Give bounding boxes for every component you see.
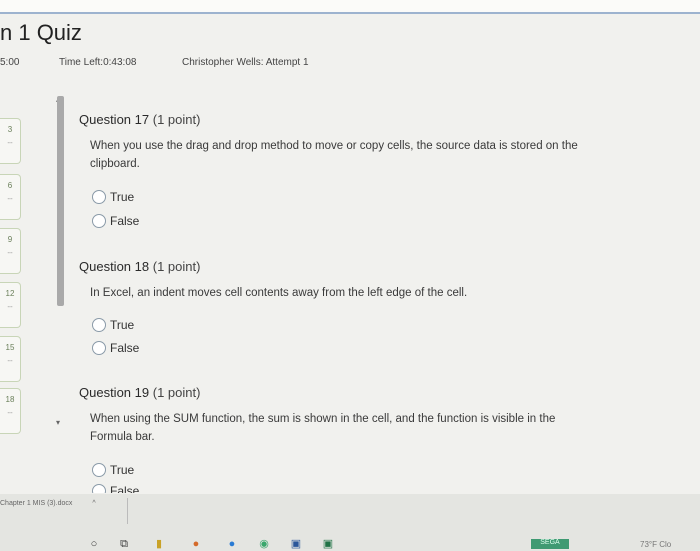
radio-button[interactable]: [92, 483, 106, 493]
option-label: True: [110, 317, 135, 332]
option-true[interactable]: True: [92, 462, 134, 477]
weather-widget[interactable]: 73°F Clo: [640, 540, 671, 549]
question-text: In Excel, an indent moves cell contents …: [90, 287, 468, 299]
download-item[interactable]: Chapter 1 MIS (3).docx ^: [0, 500, 96, 507]
option-false[interactable]: False: [92, 340, 139, 355]
question-nav-chip-3[interactable]: 3 --: [0, 118, 21, 164]
question-heading: Question 19 (1 point): [79, 385, 599, 400]
question-nav-chip-12[interactable]: 12 --: [0, 282, 21, 328]
question-points: (1 point): [152, 112, 201, 127]
question-19: Question 19 (1 point) When using the SUM…: [79, 385, 599, 446]
chip-status: --: [7, 356, 13, 365]
chip-status: --: [7, 408, 13, 417]
question-nav-chip-9[interactable]: 9 --: [0, 228, 21, 274]
chevron-up-icon[interactable]: ^: [92, 500, 95, 507]
question-18: Question 18 (1 point) In Excel, an inden…: [79, 259, 599, 302]
quiz-title: n 1 Quiz: [0, 20, 82, 45]
app-icon[interactable]: ●: [190, 538, 202, 550]
chip-status: --: [7, 302, 13, 311]
question-number: Question 17: [79, 112, 150, 127]
option-false[interactable]: False: [92, 213, 139, 228]
option-false[interactable]: False: [92, 483, 139, 493]
divider: [127, 498, 128, 524]
radio-button[interactable]: [92, 317, 106, 332]
taskbar: [0, 494, 700, 551]
option-label: False: [110, 213, 140, 228]
radio-button[interactable]: [92, 340, 106, 355]
question-text: When you use the drag and drop method to…: [90, 140, 578, 170]
option-label: False: [110, 483, 140, 493]
question-number: Question 19: [79, 385, 150, 400]
option-true[interactable]: True: [92, 317, 134, 332]
chip-number: 3: [7, 125, 13, 134]
browser-top-strip: [0, 0, 700, 14]
task-view-icon[interactable]: ⧉: [118, 538, 130, 550]
chip-number: 18: [5, 395, 15, 404]
excel-icon[interactable]: ▣: [322, 538, 334, 550]
question-nav-chip-18[interactable]: 18 --: [0, 388, 21, 434]
radio-button[interactable]: [92, 213, 106, 228]
download-file-name: Chapter 1 MIS (3).docx: [0, 500, 73, 507]
chip-status: --: [7, 138, 13, 147]
question-heading: Question 18 (1 point): [79, 259, 599, 274]
radio-button[interactable]: [92, 189, 106, 204]
option-label: True: [110, 462, 135, 477]
chrome-icon[interactable]: ◉: [258, 538, 270, 550]
option-label: True: [110, 189, 135, 204]
radio-button[interactable]: [92, 462, 106, 477]
chip-status: --: [7, 194, 13, 203]
question-nav-chip-15[interactable]: 15 --: [0, 336, 21, 382]
scrollbar-thumb[interactable]: [57, 96, 64, 306]
chip-number: 9: [7, 235, 13, 244]
tray-badge[interactable]: SEGA: [531, 539, 569, 549]
question-points: (1 point): [152, 259, 201, 274]
word-icon[interactable]: ▣: [290, 538, 302, 550]
chip-number: 6: [7, 181, 13, 190]
file-explorer-icon[interactable]: ▮: [153, 538, 165, 550]
search-icon[interactable]: ○: [88, 538, 100, 550]
question-heading: Question 17 (1 point): [79, 112, 599, 127]
attempt-label: Christopher Wells: Attempt 1: [182, 57, 309, 68]
timer-partial: 5:00: [0, 57, 20, 68]
question-17: Question 17 (1 point) When you use the d…: [79, 112, 599, 173]
question-text: When using the SUM function, the sum is …: [90, 413, 556, 443]
time-left: Time Left:0:43:08: [59, 57, 137, 68]
question-number: Question 18: [79, 259, 150, 274]
scroll-down-icon[interactable]: ▾: [56, 418, 60, 427]
question-points: (1 point): [152, 385, 201, 400]
question-nav-chip-6[interactable]: 6 --: [0, 174, 21, 220]
edge-icon[interactable]: ●: [226, 538, 238, 550]
chip-status: --: [7, 248, 13, 257]
chip-number: 15: [5, 343, 15, 352]
chip-number: 12: [5, 289, 15, 298]
option-true[interactable]: True: [92, 189, 134, 204]
option-label: False: [110, 340, 140, 355]
